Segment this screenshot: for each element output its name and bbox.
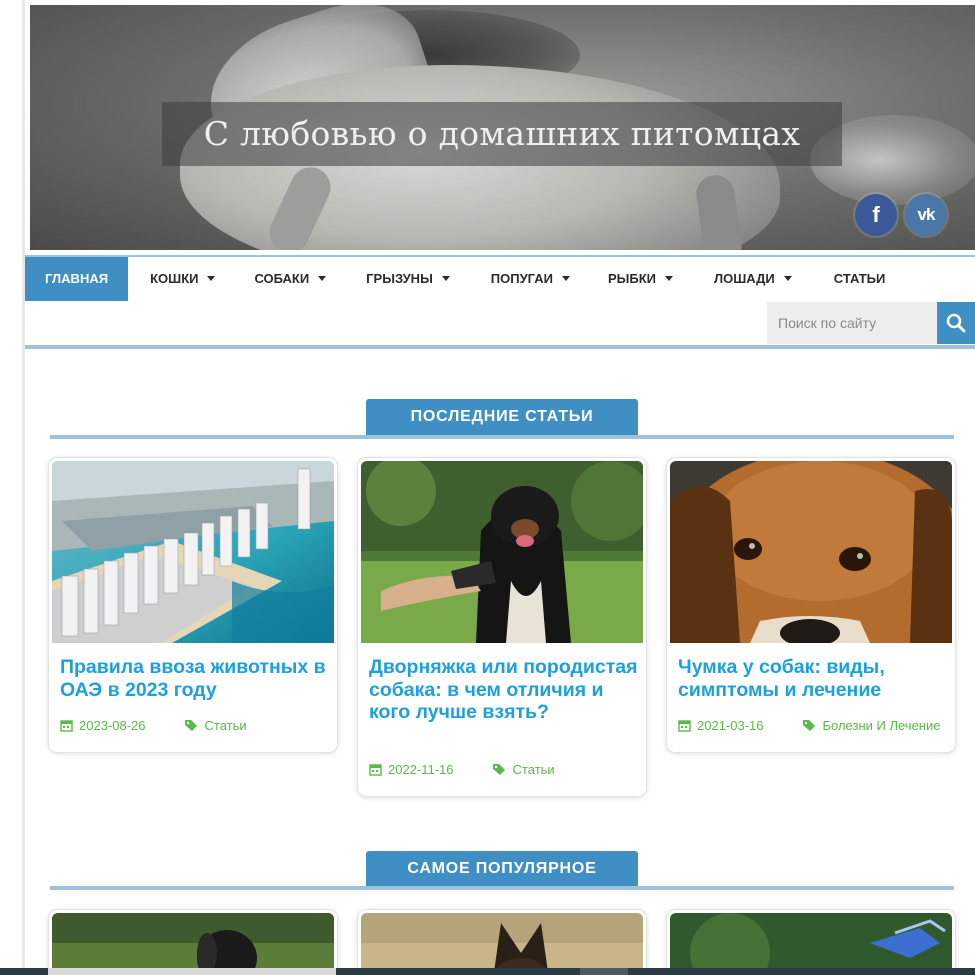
nav-item-label: ПОПУГАИ bbox=[490, 271, 553, 286]
site-header-banner: С любовью о домашних питомцах f vk bbox=[30, 5, 975, 250]
nav-item-articles[interactable]: СТАТЬИ bbox=[834, 257, 886, 301]
nav-item-label: ГРЫЗУНЫ bbox=[366, 271, 433, 286]
article-thumbnail-dubai[interactable] bbox=[52, 461, 334, 643]
nav-item-label: ЛОШАДИ bbox=[714, 271, 775, 286]
article-title-link[interactable]: Правила ввоза животных в ОАЭ в 2023 году bbox=[60, 656, 330, 701]
nav-menu: ГЛАВНАЯ КОШКИ СОБАКИ ГРЫЗУНЫ ПОПУГАИ РЫБ… bbox=[25, 257, 885, 301]
caret-down-icon bbox=[665, 276, 673, 281]
article-thumbnail-dog-paw[interactable] bbox=[361, 461, 643, 643]
caret-down-icon bbox=[318, 276, 327, 281]
section-heading-popular: САМОЕ ПОПУЛЯРНОЕ bbox=[366, 851, 638, 887]
tags-icon bbox=[184, 720, 197, 731]
tags-icon bbox=[802, 720, 815, 731]
tags-icon bbox=[492, 764, 505, 775]
taskbar-item[interactable] bbox=[48, 968, 336, 975]
calendar-icon bbox=[678, 720, 691, 732]
nav-item-fish[interactable]: РЫБКИ bbox=[608, 257, 673, 301]
os-taskbar bbox=[0, 968, 975, 975]
article-title-link[interactable]: Дворняжка или породистая собака: в чем о… bbox=[369, 656, 639, 724]
popular-thumbnail-shepherd[interactable] bbox=[361, 913, 643, 975]
article-card[interactable]: Дворняжка или породистая собака: в чем о… bbox=[358, 458, 646, 796]
article-title-link[interactable]: Чумка у собак: виды, симптомы и лечение bbox=[678, 656, 948, 701]
popular-thumbnail-fish[interactable] bbox=[670, 913, 952, 975]
article-category-link[interactable]: Статьи bbox=[205, 718, 247, 733]
nav-item-home[interactable]: ГЛАВНАЯ bbox=[25, 257, 129, 301]
caret-down-icon bbox=[783, 276, 792, 281]
article-date: 2023-08-26 bbox=[79, 718, 146, 733]
nav-item-rodents[interactable]: ГРЫЗУНЫ bbox=[366, 257, 450, 301]
article-thumbnail-beagle[interactable] bbox=[670, 461, 952, 643]
section-heading-latest: ПОСЛЕДНИЕ СТАТЬИ bbox=[366, 399, 638, 435]
section-divider bbox=[50, 435, 954, 439]
section-divider bbox=[50, 886, 954, 890]
taskbar-item[interactable] bbox=[580, 968, 628, 975]
nav-item-label: ГЛАВНАЯ bbox=[45, 271, 109, 286]
page-left-border bbox=[22, 0, 25, 975]
nav-item-cats[interactable]: КОШКИ bbox=[150, 257, 216, 301]
nav-item-label: СТАТЬИ bbox=[833, 271, 886, 286]
article-category-link[interactable]: Статьи bbox=[513, 762, 555, 777]
article-card[interactable]: Чумка у собак: виды, симптомы и лечение … bbox=[667, 458, 955, 752]
article-date: 2021-03-16 bbox=[697, 718, 764, 733]
article-meta: 2021-03-16 Болезни И Лечение bbox=[678, 718, 940, 733]
calendar-icon bbox=[369, 764, 382, 776]
main-navigation: ГЛАВНАЯ КОШКИ СОБАКИ ГРЫЗУНЫ ПОПУГАИ РЫБ… bbox=[25, 255, 975, 349]
nav-item-parrots[interactable]: ПОПУГАИ bbox=[491, 257, 570, 301]
popular-article-card[interactable] bbox=[358, 910, 646, 975]
article-card[interactable]: Правила ввоза животных в ОАЭ в 2023 году… bbox=[49, 458, 337, 752]
search-input[interactable] bbox=[767, 302, 937, 344]
article-meta: 2022-11-16 Статьи bbox=[369, 762, 555, 777]
article-date: 2022-11-16 bbox=[388, 762, 454, 777]
nav-item-dogs[interactable]: СОБАКИ bbox=[254, 257, 327, 301]
search-button[interactable] bbox=[937, 302, 975, 344]
site-title[interactable]: С любовью о домашних питомцах bbox=[162, 102, 842, 166]
nav-item-label: КОШКИ bbox=[150, 271, 199, 286]
caret-down-icon bbox=[441, 276, 450, 281]
calendar-icon bbox=[60, 720, 73, 732]
popular-article-card[interactable] bbox=[49, 910, 337, 975]
nav-item-label: РЫБКИ bbox=[607, 271, 656, 286]
vk-icon[interactable]: vk bbox=[905, 194, 947, 236]
facebook-icon[interactable]: f bbox=[855, 194, 897, 236]
nav-item-label: СОБАКИ bbox=[254, 271, 310, 286]
nav-item-horses[interactable]: ЛОШАДИ bbox=[714, 257, 792, 301]
article-category-link[interactable]: Болезни И Лечение bbox=[823, 718, 941, 733]
caret-down-icon bbox=[207, 276, 216, 281]
article-meta: 2023-08-26 Статьи bbox=[60, 718, 247, 733]
search-icon bbox=[946, 313, 966, 333]
caret-down-icon bbox=[561, 276, 570, 281]
popular-article-card[interactable] bbox=[667, 910, 955, 975]
popular-thumbnail-dog[interactable] bbox=[52, 913, 334, 975]
